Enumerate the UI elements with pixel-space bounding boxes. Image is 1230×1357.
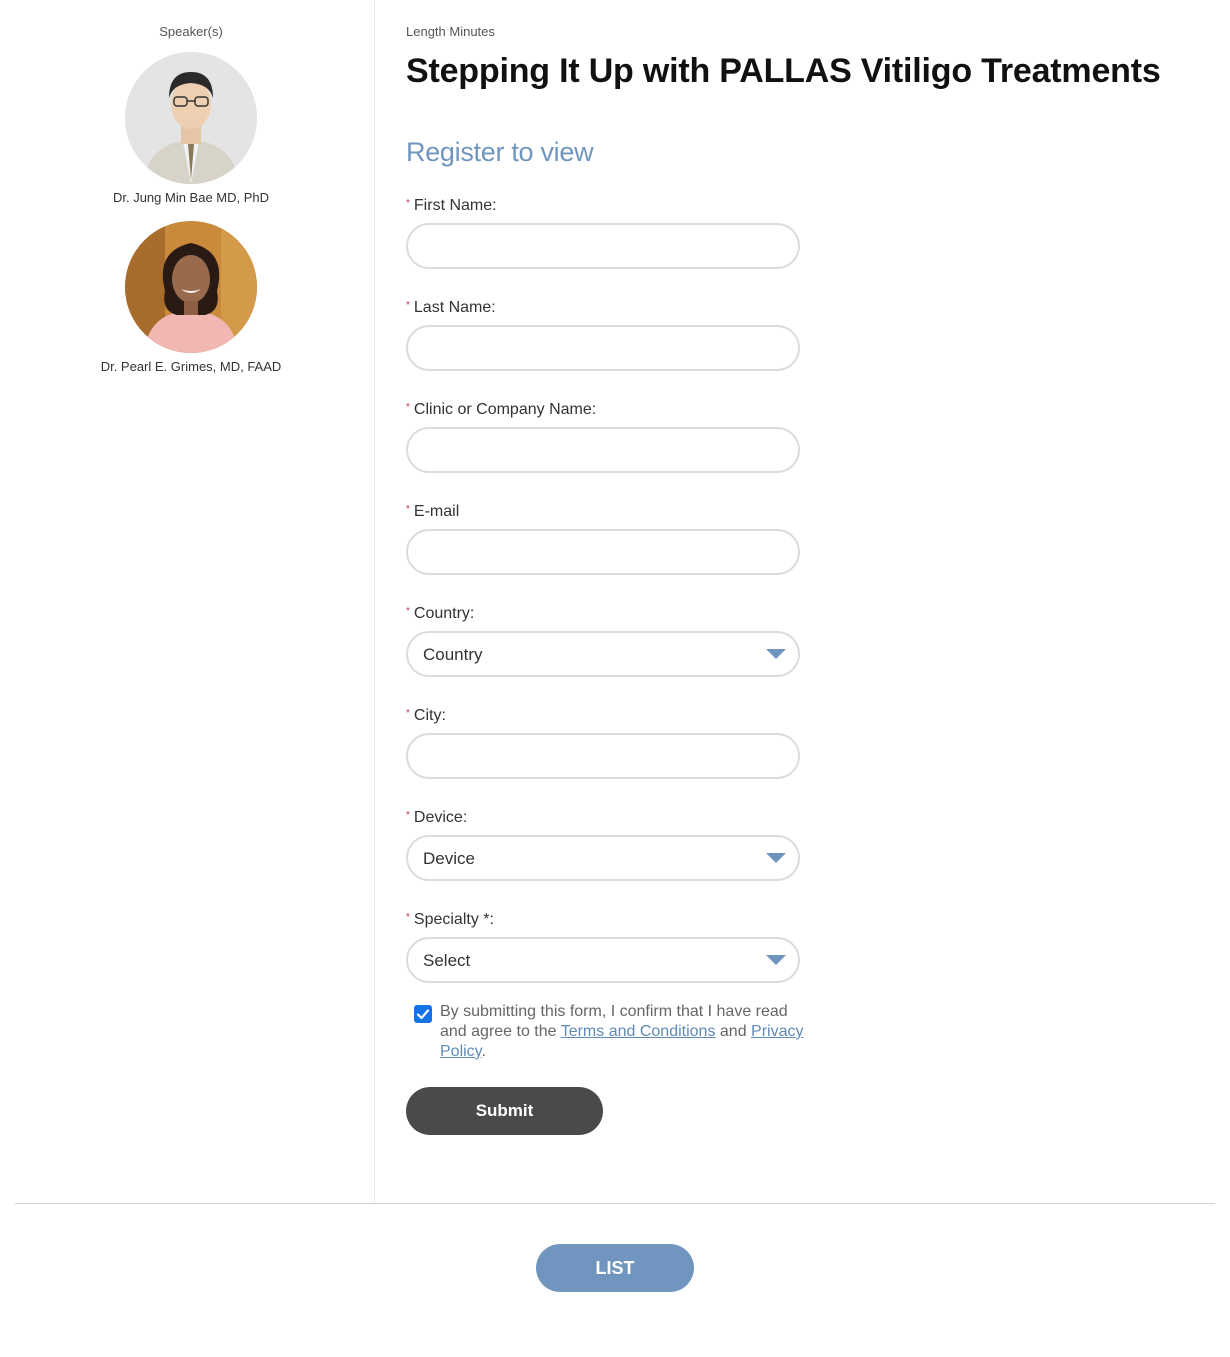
device-select[interactable]: Device [406, 835, 800, 881]
last-name-field: * Last Name: [406, 295, 800, 371]
clinic-label: Clinic or Company Name: [413, 401, 597, 418]
divider [15, 1203, 1215, 1204]
checkmark-icon [416, 1009, 430, 1020]
email-input[interactable] [406, 529, 800, 575]
country-select-value: Country [423, 645, 483, 664]
speakers-heading: Speaker(s) [159, 24, 223, 39]
speaker-avatar [125, 221, 257, 353]
city-field: * City: [406, 703, 800, 779]
specialty-label: Specialty *: [413, 911, 494, 928]
clinic-input[interactable] [406, 427, 800, 473]
length-label: Length Minutes [406, 24, 495, 39]
specialty-field: * Specialty *: Select [406, 907, 800, 983]
first-name-label: First Name: [413, 197, 497, 214]
device-select-value: Device [423, 849, 475, 868]
submit-button[interactable]: Submit [406, 1087, 603, 1135]
required-mark: * [406, 708, 410, 719]
required-mark: * [406, 606, 410, 617]
email-label: E-mail [413, 503, 460, 520]
required-mark: * [406, 198, 410, 209]
consent-and: and [715, 1023, 752, 1040]
speaker-name: Dr. Jung Min Bae MD, PhD [112, 190, 270, 205]
consent-end: . [481, 1043, 486, 1060]
speaker-avatar [125, 52, 257, 184]
speaker-photo-pearl-grimes [125, 221, 257, 353]
chevron-down-icon [766, 649, 786, 659]
speaker-sidebar: Speaker(s) Dr. Jung Min Bae MD, PhD Dr. … [0, 0, 375, 1203]
city-input[interactable] [406, 733, 800, 779]
required-mark: * [406, 300, 410, 311]
speaker-card: Dr. Pearl E. Grimes, MD, FAAD [0, 221, 382, 374]
first-name-input[interactable] [406, 223, 800, 269]
first-name-field: * First Name: [406, 193, 800, 269]
specialty-select-value: Select [423, 951, 471, 970]
speaker-photo-jung-min-bae [125, 52, 257, 184]
required-mark: * [406, 912, 410, 923]
required-mark: * [406, 810, 410, 821]
consent-text: By submitting this form, I confirm that … [440, 1002, 804, 1062]
terms-link[interactable]: Terms and Conditions [561, 1023, 716, 1040]
required-mark: * [406, 402, 410, 413]
clinic-field: * Clinic or Company Name: [406, 397, 800, 473]
country-field: * Country: Country [406, 601, 800, 677]
chevron-down-icon [766, 955, 786, 965]
chevron-down-icon [766, 853, 786, 863]
email-field: * E-mail [406, 499, 800, 575]
last-name-input[interactable] [406, 325, 800, 371]
speaker-card: Dr. Jung Min Bae MD, PhD [0, 52, 382, 205]
page-title: Stepping It Up with PALLAS Vitiligo Trea… [406, 52, 1161, 90]
required-mark: * [406, 504, 410, 515]
specialty-select[interactable]: Select [406, 937, 800, 983]
consent-checkbox[interactable] [414, 1005, 432, 1023]
device-label: Device: [413, 809, 468, 826]
country-label: Country: [413, 605, 475, 622]
country-select[interactable]: Country [406, 631, 800, 677]
register-heading: Register to view [406, 137, 594, 167]
list-button[interactable]: LIST [536, 1244, 694, 1292]
last-name-label: Last Name: [413, 299, 496, 316]
device-field: * Device: Device [406, 805, 800, 881]
city-label: City: [413, 707, 446, 724]
speaker-name: Dr. Pearl E. Grimes, MD, FAAD [100, 359, 282, 374]
